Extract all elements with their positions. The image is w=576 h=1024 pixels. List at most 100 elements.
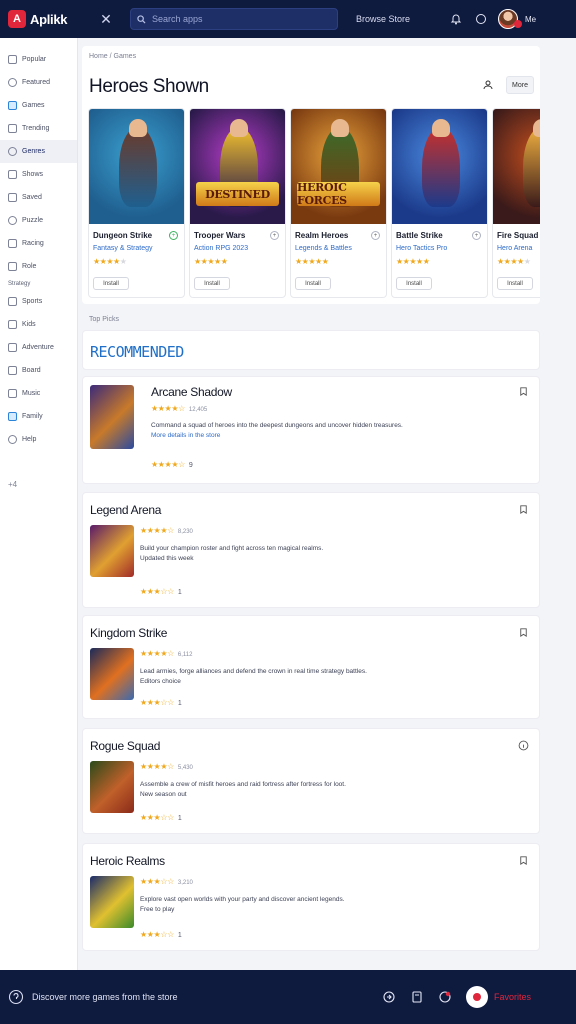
list-item[interactable]: Heroic Realms ★★★☆☆ 3,210 Explore vast open… bbox=[82, 843, 540, 951]
info-icon[interactable] bbox=[517, 739, 529, 751]
sidebar-item-label: Saved bbox=[22, 194, 42, 201]
featured-card[interactable]: Dungeon Strike + Fantasy & Strategy ★★★★★ In… bbox=[88, 108, 185, 298]
details-link[interactable]: More details in the store bbox=[151, 432, 220, 439]
close-icon[interactable]: ✕ bbox=[98, 11, 114, 28]
sidebar-item[interactable]: Music bbox=[0, 382, 77, 405]
game-artwork: DESTINED bbox=[190, 109, 285, 224]
card-subtitle: Hero Tactics Pro bbox=[396, 245, 448, 252]
more-button[interactable]: More bbox=[506, 76, 534, 94]
sidebar-item[interactable]: Puzzle bbox=[0, 209, 77, 232]
rating-stars: ★★★★☆ 8,230 bbox=[140, 526, 193, 535]
sidebar-item-icon bbox=[8, 366, 17, 375]
help-icon[interactable] bbox=[8, 989, 24, 1005]
sidebar-item[interactable]: Racing bbox=[0, 232, 77, 255]
add-icon[interactable]: + bbox=[270, 231, 279, 240]
section-header: RECOMMENDED bbox=[82, 330, 540, 370]
sidebar-item-icon bbox=[8, 193, 17, 202]
bookmark-icon[interactable] bbox=[517, 385, 529, 397]
bottom-text[interactable]: Discover more games from the store bbox=[32, 992, 178, 1002]
search-bar[interactable] bbox=[130, 8, 338, 30]
sidebar-item-label: Racing bbox=[22, 240, 44, 247]
sidebar-item-icon bbox=[8, 435, 17, 444]
sidebar-item-icon bbox=[8, 170, 17, 179]
sidebar-item[interactable]: Help bbox=[0, 428, 77, 451]
footer-count: 1 bbox=[177, 589, 182, 596]
browse-link[interactable]: Browse Store bbox=[356, 14, 432, 24]
sidebar-item[interactable]: Popular bbox=[0, 48, 77, 71]
info-icon[interactable] bbox=[470, 8, 492, 30]
notification-icon[interactable] bbox=[434, 986, 456, 1008]
favorites-link[interactable]: Favorites bbox=[494, 992, 531, 1002]
breadcrumb[interactable]: Home / Games bbox=[89, 53, 136, 60]
add-icon[interactable]: + bbox=[472, 231, 481, 240]
sidebar-item-label: Featured bbox=[22, 79, 51, 86]
main-content: Home / Games Heroes Shown More Dungeon S… bbox=[82, 46, 540, 964]
item-description: Explore vast open worlds with your party… bbox=[140, 895, 440, 915]
sidebar-item[interactable]: Games bbox=[0, 94, 77, 117]
list-item[interactable]: Arcane Shadow ★★★★☆ 12,405 Command a squad … bbox=[82, 376, 540, 484]
sidebar-item[interactable]: Saved bbox=[0, 186, 77, 209]
hero-head bbox=[129, 119, 147, 137]
sidebar-item-icon bbox=[8, 216, 17, 225]
section-breadcrumb[interactable]: Top Picks bbox=[89, 316, 119, 323]
featured-card[interactable]: Fire Squad+Hero Arena★★★★★Install bbox=[492, 108, 540, 298]
user-menu[interactable]: Me bbox=[498, 9, 536, 29]
install-button[interactable]: Install bbox=[194, 277, 230, 290]
install-button[interactable]: Install bbox=[295, 277, 331, 290]
sidebar-item[interactable]: Adventure bbox=[0, 336, 77, 359]
sidebar-item[interactable]: Board bbox=[0, 359, 77, 382]
list-item[interactable]: Rogue Squad ★★★★☆ 5,430 Assemble a crew of … bbox=[82, 728, 540, 834]
featured-panel: Home / Games Heroes Shown More Dungeon S… bbox=[82, 46, 540, 304]
sidebar-item-label: Music bbox=[22, 390, 41, 397]
list-item[interactable]: Kingdom Strike ★★★★☆ 6,112 Lead armies, for… bbox=[82, 615, 540, 719]
top-bar: A Aplikk ✕ Browse Store Me bbox=[0, 0, 576, 38]
sidebar-item[interactable]: Role bbox=[0, 255, 77, 278]
item-title: Arcane Shadow bbox=[151, 385, 232, 399]
description-text: Build your champion roster and fight acr… bbox=[140, 545, 324, 552]
sidebar-more[interactable]: +4 bbox=[8, 480, 17, 489]
featured-card[interactable]: Battle Strike + Hero Tactics Pro ★★★★★ Insta… bbox=[391, 108, 488, 298]
hero-figure bbox=[422, 127, 460, 207]
sidebar-item-icon bbox=[8, 101, 17, 110]
status-dot bbox=[514, 20, 522, 28]
featured-card[interactable]: DESTINED Trooper Wars + Action RPG 2023 ★★★★… bbox=[189, 108, 286, 298]
section-title: RECOMMENDED bbox=[90, 343, 184, 361]
card-subtitle: Hero Arena bbox=[497, 245, 533, 252]
sidebar-item[interactable]: Kids bbox=[0, 313, 77, 336]
sidebar-item-icon bbox=[8, 412, 17, 421]
add-icon[interactable]: + bbox=[169, 231, 178, 240]
bell-icon[interactable] bbox=[445, 8, 467, 30]
bookmark-icon[interactable] bbox=[517, 854, 529, 866]
sidebar-item[interactable]: Genres bbox=[0, 140, 77, 163]
play-button[interactable] bbox=[466, 986, 488, 1008]
sidebar-item[interactable]: Shows bbox=[0, 163, 77, 186]
card-subtitle: Legends & Battles bbox=[295, 245, 352, 252]
featured-card[interactable]: HEROIC FORCES Realm Heroes + Legends & Batt… bbox=[290, 108, 387, 298]
list-item[interactable]: Legend Arena ★★★★☆ 8,230 Build your champio… bbox=[82, 492, 540, 608]
app-logo[interactable]: A Aplikk bbox=[8, 10, 88, 28]
user-add-button[interactable] bbox=[478, 76, 498, 94]
add-icon[interactable]: + bbox=[371, 231, 380, 240]
sidebar-item[interactable]: Featured bbox=[0, 71, 77, 94]
rating-count: 8,230 bbox=[177, 529, 193, 535]
card-title: Battle Strike bbox=[396, 231, 443, 240]
sidebar-item[interactable]: Trending bbox=[0, 117, 77, 140]
sidebar-item[interactable]: Family bbox=[0, 405, 77, 428]
hero-figure bbox=[119, 127, 157, 207]
install-button[interactable]: Install bbox=[497, 277, 533, 290]
bookmark-icon[interactable] bbox=[517, 503, 529, 515]
rating-stars: ★★★★★ bbox=[396, 257, 430, 266]
bottom-bar: Discover more games from the store Favor… bbox=[0, 970, 576, 1024]
share-icon[interactable] bbox=[378, 986, 400, 1008]
bookmark-icon[interactable] bbox=[517, 626, 529, 638]
search-icon bbox=[137, 14, 146, 24]
search-input[interactable] bbox=[152, 14, 322, 24]
app-name: Aplikk bbox=[30, 11, 68, 27]
featured-carousel: Dungeon Strike + Fantasy & Strategy ★★★★★ In… bbox=[88, 108, 540, 298]
document-icon[interactable] bbox=[406, 986, 428, 1008]
install-button[interactable]: Install bbox=[93, 277, 129, 290]
sidebar-item-label: Shows bbox=[22, 171, 44, 178]
sidebar-item[interactable]: Sports bbox=[0, 290, 77, 313]
install-button[interactable]: Install bbox=[396, 277, 432, 290]
play-icon bbox=[473, 993, 481, 1001]
